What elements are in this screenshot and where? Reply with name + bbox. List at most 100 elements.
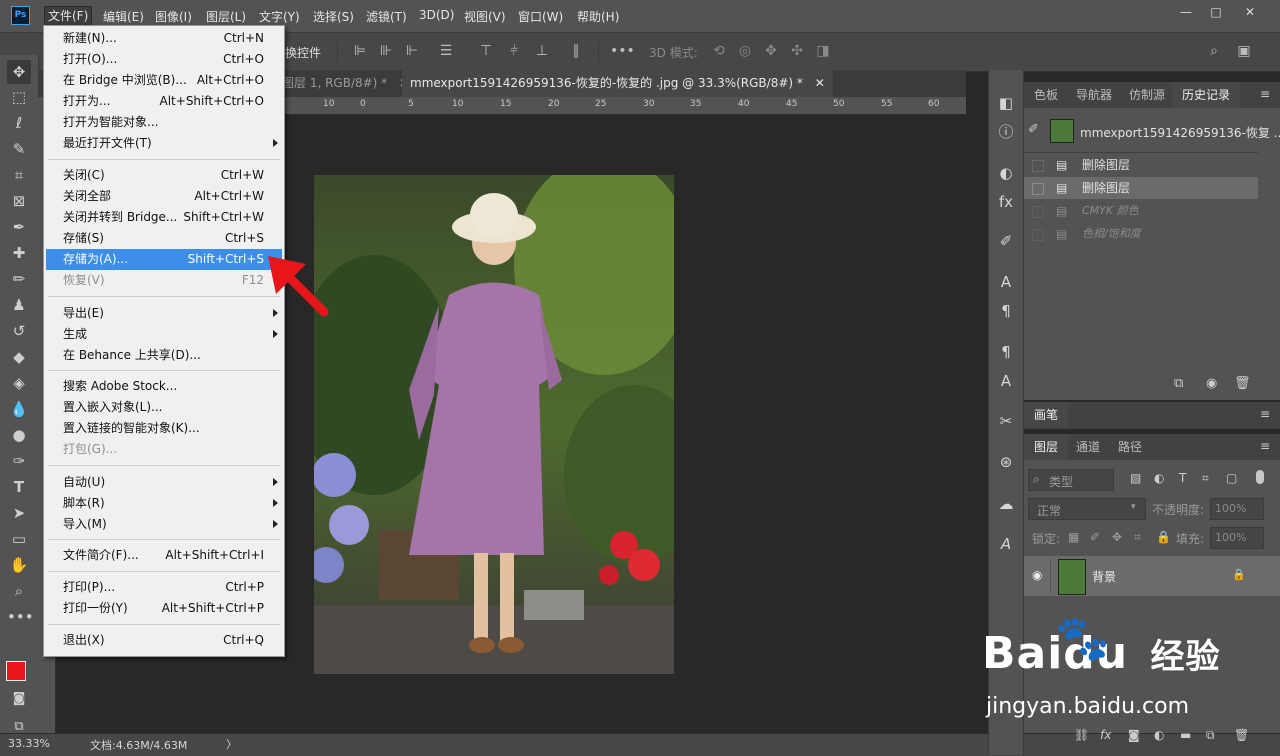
menu-item-close-all[interactable]: 关闭全部 Alt+Ctrl+W xyxy=(46,186,282,207)
workspace-icon[interactable]: ▣ xyxy=(1236,43,1252,59)
path-select-icon[interactable]: ➤ xyxy=(7,501,31,525)
tab-clone-source[interactable]: 仿制源 xyxy=(1119,82,1175,108)
menu-item-browse-bridge[interactable]: 在 Bridge 中浏览(B)... Alt+Ctrl+O xyxy=(46,70,282,91)
opacity-input[interactable]: 100% xyxy=(1210,498,1264,520)
menu-help[interactable]: 帮助(H) xyxy=(577,8,619,25)
more-tools-icon[interactable]: ••• xyxy=(7,605,34,629)
quick-mask-icon[interactable]: ◙ xyxy=(7,687,31,711)
menu-window[interactable]: 窗口(W) xyxy=(518,8,563,25)
menu-item-open[interactable]: 打开(O)... Ctrl+O xyxy=(46,49,282,70)
menu-select[interactable]: 选择(S) xyxy=(313,8,354,25)
tab-history[interactable]: 历史记录 xyxy=(1172,82,1241,108)
frame-tool-icon[interactable]: ⊠ xyxy=(7,189,31,213)
menu-item-file-info[interactable]: 文件简介(F)... Alt+Shift+Ctrl+I xyxy=(46,545,282,566)
menu-item-search-stock[interactable]: 搜索 Adobe Stock... xyxy=(46,376,282,397)
blend-mode-select[interactable]: 正常 ▾ xyxy=(1028,498,1146,520)
link-layers-icon[interactable]: ⛓ xyxy=(1074,728,1089,742)
tab-layer1[interactable]: 图层 1, RGB/8#) * ✕ xyxy=(274,70,417,97)
3d-camera-icon[interactable]: ◨ xyxy=(815,43,831,59)
panel-menu-icon[interactable]: ≡ xyxy=(1260,439,1270,453)
menu-item-revert[interactable]: 恢复(V) F12 xyxy=(46,270,282,291)
menu-item-open-smart-object[interactable]: 打开为智能对象... xyxy=(46,112,282,133)
panel-menu-icon[interactable]: ≡ xyxy=(1260,407,1270,421)
layer-name[interactable]: 背景 xyxy=(1092,568,1116,585)
menu-item-generate[interactable]: 生成 xyxy=(46,324,282,345)
distribute-vertical-icon[interactable]: ∥ xyxy=(568,43,584,59)
menu-item-recent-files[interactable]: 最近打开文件(T) xyxy=(46,133,282,154)
glyphs-panel-icon[interactable]: A xyxy=(995,533,1017,555)
menu-item-exit[interactable]: 退出(X) Ctrl+Q xyxy=(46,630,282,651)
zoom-level[interactable]: 33.33% xyxy=(8,737,50,750)
status-chevron-icon[interactable]: 〉 xyxy=(226,736,237,752)
align-bottom-icon[interactable]: ⊥ xyxy=(534,43,550,59)
menu-filter[interactable]: 滤镜(T) xyxy=(366,8,407,25)
paragraph-panel-icon[interactable]: ¶ xyxy=(995,300,1017,322)
more-options-icon[interactable]: ••• xyxy=(610,43,635,59)
marquee-tool-icon[interactable]: ⬚ xyxy=(7,85,31,109)
3d-roll-icon[interactable]: ◎ xyxy=(737,43,753,59)
delete-state-icon[interactable]: 🗑 xyxy=(1234,376,1251,391)
menu-item-share-behance[interactable]: 在 Behance 上共享(D)... xyxy=(46,345,282,366)
3d-panel-icon[interactable]: ◧ xyxy=(995,92,1017,114)
tab-active-document[interactable]: mmexport1591426959136-恢复的-恢复的 .jpg @ 33.… xyxy=(402,70,833,97)
fill-input[interactable]: 100% xyxy=(1210,527,1264,549)
menu-item-save-as[interactable]: 存储为(A)... Shift+Ctrl+S xyxy=(46,249,282,270)
menu-item-new[interactable]: 新建(N)... Ctrl+N xyxy=(46,28,282,49)
adjustment-layer-icon[interactable]: ◐ xyxy=(1154,728,1164,742)
document-photo[interactable] xyxy=(314,175,674,674)
menu-item-export[interactable]: 导出(E) xyxy=(46,303,282,324)
adjustments-panel-icon[interactable]: ◐ xyxy=(995,162,1017,184)
lock-transparency-icon[interactable]: ▦ xyxy=(1068,530,1079,544)
menu-item-close-go-bridge[interactable]: 关闭并转到 Bridge... Shift+Ctrl+W xyxy=(46,207,282,228)
menu-3d[interactable]: 3D(D) xyxy=(419,8,454,22)
panel-menu-icon[interactable]: ≡ xyxy=(1260,87,1270,101)
menu-item-save[interactable]: 存储(S) Ctrl+S xyxy=(46,228,282,249)
hand-tool-icon[interactable]: ✋ xyxy=(7,553,31,577)
history-state-undone[interactable]: ▤ 色相/饱和度 xyxy=(1024,223,1258,245)
menu-item-import[interactable]: 导入(M) xyxy=(46,514,282,535)
3d-slide-icon[interactable]: ✣ xyxy=(789,43,805,59)
history-state[interactable]: ▤ 删除图层 xyxy=(1024,154,1258,176)
align-left-icon[interactable]: ⊫ xyxy=(352,43,368,59)
lock-all-icon[interactable]: 🔒 xyxy=(1156,530,1171,544)
menu-file[interactable]: 文件(F) xyxy=(44,6,93,26)
filter-pixel-icon[interactable]: ▧ xyxy=(1130,471,1141,485)
new-layer-icon[interactable]: ⧉ xyxy=(1206,728,1215,743)
menu-item-package[interactable]: 打包(G)... xyxy=(46,439,282,460)
delete-layer-icon[interactable]: 🗑 xyxy=(1234,728,1249,742)
pen-tool-icon[interactable]: ✑ xyxy=(7,449,31,473)
history-brush-icon[interactable]: ↺ xyxy=(7,319,31,343)
blur-tool-icon[interactable]: 💧 xyxy=(7,397,31,421)
eraser-tool-icon[interactable]: ◆ xyxy=(7,345,31,369)
brush-tool-icon[interactable]: ✏ xyxy=(7,267,31,291)
align-right-icon[interactable]: ⊩ xyxy=(404,43,420,59)
lasso-tool-icon[interactable]: ℓ xyxy=(7,111,31,135)
lock-icon[interactable]: 🔒 xyxy=(1232,568,1246,581)
3d-orbit-icon[interactable]: ⟲ xyxy=(711,43,727,59)
filter-type-icon[interactable]: T xyxy=(1179,471,1186,485)
dodge-tool-icon[interactable]: ● xyxy=(7,423,31,447)
zoom-tool-icon[interactable]: ⌕ xyxy=(7,579,31,603)
layer-row-background[interactable]: ◉ 背景 🔒 xyxy=(1024,556,1280,596)
menu-view[interactable]: 视图(V) xyxy=(464,8,506,25)
tab-swatches[interactable]: 色板 xyxy=(1024,82,1068,108)
healing-brush-icon[interactable]: ✚ xyxy=(7,241,31,265)
menu-image[interactable]: 图像(I) xyxy=(155,8,192,25)
foreground-color-swatch[interactable] xyxy=(6,661,26,681)
tab-brushes[interactable]: 画笔 xyxy=(1024,402,1069,428)
eye-icon[interactable]: ◉ xyxy=(1032,568,1042,582)
align-middle-icon[interactable]: ⫩ xyxy=(506,43,522,59)
character-styles-icon[interactable]: A xyxy=(995,370,1017,392)
snapshot-label[interactable]: mmexport1591426959136-恢复 ... xyxy=(1080,124,1280,141)
rectangle-tool-icon[interactable]: ▭ xyxy=(7,527,31,551)
new-group-icon[interactable]: ▬ xyxy=(1180,728,1191,742)
history-state-current[interactable]: ▤ 删除图层 xyxy=(1024,177,1258,199)
menu-item-print-one-copy[interactable]: 打印一份(Y) Alt+Shift+Ctrl+P xyxy=(46,598,282,619)
menu-edit[interactable]: 编辑(E) xyxy=(103,8,144,25)
type-tool-icon[interactable]: T xyxy=(7,475,31,499)
eyedropper-tool-icon[interactable]: ✒ xyxy=(7,215,31,239)
crop-tool-icon[interactable]: ⌗ xyxy=(7,163,31,187)
libraries-panel-icon[interactable]: ☁ xyxy=(995,493,1017,515)
menu-item-open-as[interactable]: 打开为... Alt+Shift+Ctrl+O xyxy=(46,91,282,112)
lock-artboard-icon[interactable]: ⌗ xyxy=(1134,530,1141,545)
